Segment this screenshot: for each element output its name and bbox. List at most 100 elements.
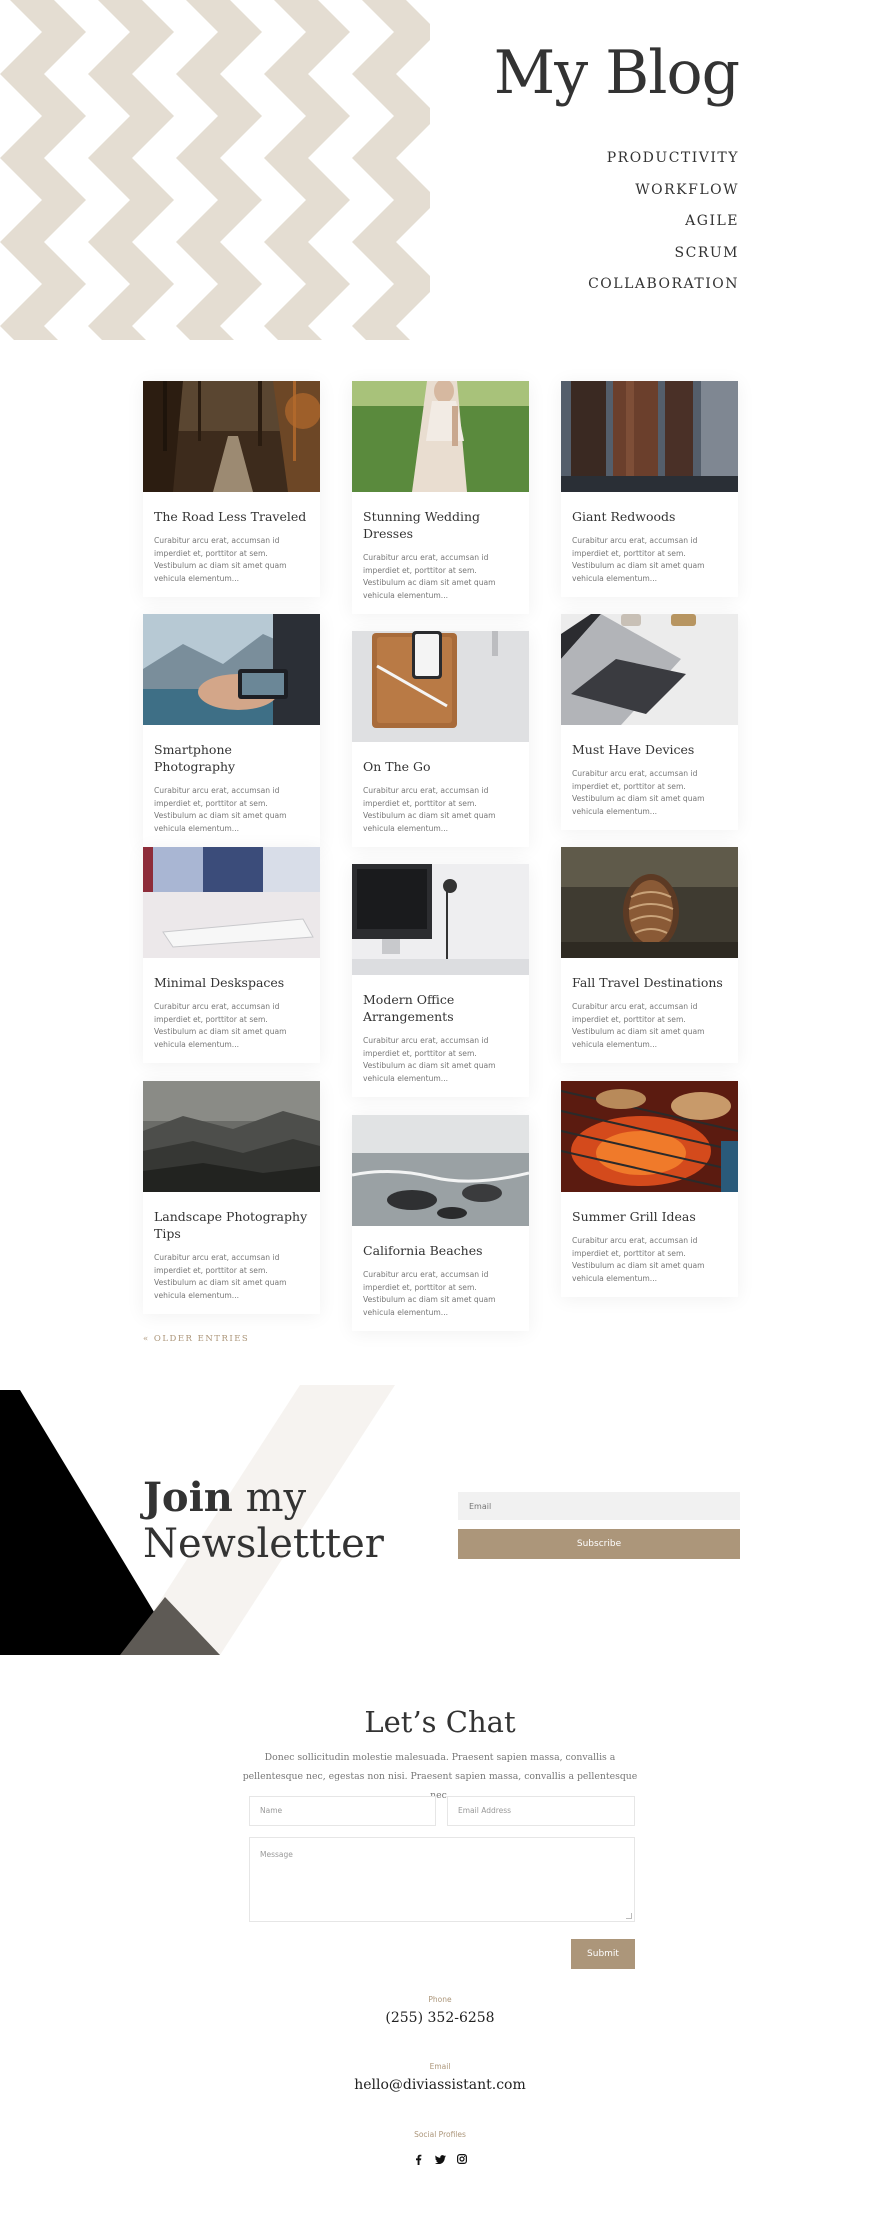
instagram-icon[interactable] [456,2153,468,2165]
nav-scrum[interactable]: SCRUM [588,243,739,275]
chevron-stripe [176,158,262,242]
post-excerpt: Curabitur arcu erat, accumsan id imperdi… [154,536,287,583]
post-card[interactable]: Summer Grill Ideas Curabitur arcu erat, … [561,1081,738,1297]
post-excerpt: Curabitur arcu erat, accumsan id imperdi… [363,786,496,833]
phone-label: Phone [428,1995,452,2004]
post-card[interactable]: Minimal Deskspaces Curabitur arcu erat, … [143,847,320,1063]
submit-button[interactable]: Submit [571,1939,635,1969]
chevron-stripe [352,0,430,74]
post-title[interactable]: Smartphone Photography [154,741,309,775]
post-title[interactable]: Summer Grill Ideas [572,1208,727,1225]
chevron-stripe [264,74,350,158]
chevron-stripe [176,242,262,326]
chevron-stripe [352,74,430,158]
newsletter-section: Join myNewslettter Subscribe [0,1385,880,1665]
post-image-office-monitor-lamp[interactable] [352,864,529,975]
chevron-stripe [0,326,58,340]
twitter-icon[interactable] [434,2153,446,2165]
post-image-smartphone-mountains[interactable] [143,614,320,725]
post-image-redwoods[interactable] [561,381,738,492]
chevron-stripe [352,158,430,242]
post-card[interactable]: California Beaches Curabitur arcu erat, … [352,1115,529,1331]
phone-number[interactable]: (255) 352-6258 [0,2010,880,2026]
newsletter-title-rest: my [232,1475,307,1521]
nav-agile[interactable]: AGILE [588,211,739,243]
email-address-field[interactable]: Email Address [447,1796,635,1826]
chevron-stripe [0,242,86,326]
post-excerpt: Curabitur arcu erat, accumsan id imperdi… [572,769,705,816]
post-image-grill[interactable] [561,1081,738,1192]
post-card[interactable]: Fall Travel Destinations Curabitur arcu … [561,847,738,1063]
post-title[interactable]: The Road Less Traveled [154,508,309,525]
post-title[interactable]: Fall Travel Destinations [572,974,727,991]
post-image-laptop-keyboard[interactable] [561,614,738,725]
chevron-stripe [352,326,410,340]
social-profiles-label: Social Profiles [414,2130,466,2139]
post-card[interactable]: Smartphone Photography Curabitur arcu er… [143,614,320,847]
older-entries-link[interactable]: « OLDER ENTRIES [143,1334,249,1344]
name-field-placeholder: Name [260,1806,283,1815]
nav-workflow[interactable]: WORKFLOW [588,180,739,212]
chevron-stripe [264,0,350,74]
message-field[interactable]: Message [249,1837,635,1922]
post-image-misty-hills[interactable] [143,1081,320,1192]
post-excerpt: Curabitur arcu erat, accumsan id imperdi… [572,1002,705,1049]
nav-productivity[interactable]: PRODUCTIVITY [588,148,739,180]
post-image-rocky-beach[interactable] [352,1115,529,1226]
social-links [0,2153,880,2165]
name-field[interactable]: Name [249,1796,436,1826]
post-image-phone-leather-case[interactable] [352,631,529,742]
nav-collaboration[interactable]: COLLABORATION [588,274,739,306]
post-title[interactable]: Modern Office Arrangements [363,991,518,1025]
chevron-stripe [264,242,350,326]
chevron-stripe [88,242,174,326]
newsletter-title-line2: Newslettter [143,1521,384,1567]
post-card[interactable]: The Road Less Traveled Curabitur arcu er… [143,381,320,597]
message-field-placeholder: Message [260,1850,293,1859]
chevron-stripe [176,0,262,74]
post-title[interactable]: Minimal Deskspaces [154,974,309,991]
post-card[interactable]: Stunning Wedding Dresses Curabitur arcu … [352,381,529,614]
chevron-stripe [352,242,430,326]
post-card[interactable]: Giant Redwoods Curabitur arcu erat, accu… [561,381,738,597]
post-excerpt: Curabitur arcu erat, accumsan id imperdi… [572,1236,705,1283]
post-excerpt: Curabitur arcu erat, accumsan id imperdi… [154,1002,287,1049]
post-title[interactable]: Landscape Photography Tips [154,1208,309,1242]
post-excerpt: Curabitur arcu erat, accumsan id imperdi… [363,553,496,600]
newsletter-email-input[interactable] [458,1492,740,1520]
post-title[interactable]: California Beaches [363,1242,518,1259]
chevron-stripe [88,326,146,340]
resize-handle-icon[interactable] [626,1913,632,1919]
post-title[interactable]: Must Have Devices [572,741,727,758]
category-nav: PRODUCTIVITY WORKFLOW AGILE SCRUM COLLAB… [588,148,739,306]
post-card[interactable]: Modern Office Arrangements Curabitur arc… [352,864,529,1097]
post-title[interactable]: On The Go [363,758,518,775]
post-image-forest-road[interactable] [143,381,320,492]
post-card[interactable]: Landscape Photography Tips Curabitur arc… [143,1081,320,1314]
chevron-stripe [88,0,174,74]
chevron-stripe [176,326,234,340]
chevron-pattern [0,0,430,340]
chevron-stripe [88,74,174,158]
post-excerpt: Curabitur arcu erat, accumsan id imperdi… [363,1036,496,1083]
post-image-pinecone[interactable] [561,847,738,958]
chevron-stripe [0,74,86,158]
chevron-stripe [176,74,262,158]
post-image-white-keyboard[interactable] [143,847,320,958]
post-title[interactable]: Stunning Wedding Dresses [363,508,518,542]
facebook-icon[interactable] [412,2153,424,2165]
post-card[interactable]: On The Go Curabitur arcu erat, accumsan … [352,631,529,847]
post-excerpt: Curabitur arcu erat, accumsan id imperdi… [363,1270,496,1317]
post-card[interactable]: Must Have Devices Curabitur arcu erat, a… [561,614,738,830]
email-field-placeholder: Email Address [458,1806,512,1815]
post-image-wedding-dress[interactable] [352,381,529,492]
email-label: Email [429,2062,451,2071]
post-title[interactable]: Giant Redwoods [572,508,727,525]
newsletter-title: Join my Newslettter [143,1474,384,1568]
email-address[interactable]: hello@diviassistant.com [0,2077,880,2093]
chevron-stripe [88,158,174,242]
subscribe-button[interactable]: Subscribe [458,1529,740,1559]
post-excerpt: Curabitur arcu erat, accumsan id imperdi… [572,536,705,583]
post-excerpt: Curabitur arcu erat, accumsan id imperdi… [154,1253,287,1300]
newsletter-title-bold: Join [143,1474,233,1521]
